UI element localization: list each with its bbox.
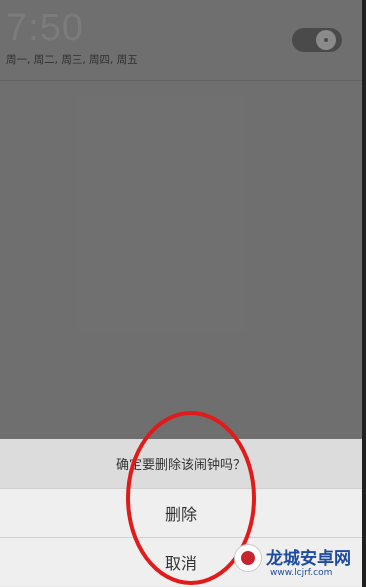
divider [0, 80, 362, 81]
alarm-toggle[interactable] [292, 28, 342, 52]
alarm-time: 7:50 [6, 7, 84, 49]
alarm-repeat-days: 周一, 周二, 周三, 周四, 周五 [6, 54, 138, 66]
alarm-screen: 7:50 周一, 周二, 周三, 周四, 周五 确定要删除该闹钟吗？ 删除 取消 [0, 0, 362, 587]
watermark-url: www.lcjrf.com [270, 568, 333, 578]
alarm-item[interactable]: 7:50 周一, 周二, 周三, 周四, 周五 [0, 0, 362, 82]
watermark-title: 龙城安卓网 [266, 549, 351, 569]
toggle-dot-icon [324, 38, 328, 42]
dimmed-background-panel [78, 96, 246, 332]
watermark-logo-icon [234, 544, 262, 572]
watermark: 龙城安卓网 www.lcjrf.com [228, 540, 366, 587]
toggle-knob [316, 30, 336, 50]
screen-edge [362, 0, 366, 587]
